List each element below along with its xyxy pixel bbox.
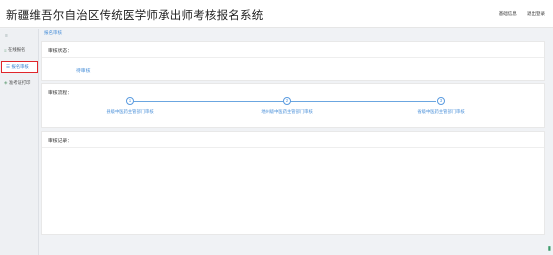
step-3-label: 省级中医药主管部门审核 xyxy=(417,109,465,114)
sidebar: ≡ ≡ 在线报名 ☰ 报名审核 ◈ 准考证打印 xyxy=(0,29,39,255)
tab-registration-audit[interactable]: 报名审核 xyxy=(44,30,62,36)
basic-info-link[interactable]: 基础信息 xyxy=(499,11,517,16)
sidebar-item-registration-audit[interactable]: ☰ 报名审核 xyxy=(1,61,38,73)
step-1-label: 县级中医药主管部门审核 xyxy=(106,109,154,114)
sidebar-item-label: 在线报名 xyxy=(8,47,26,52)
step-1-circle: 1 xyxy=(126,97,134,105)
sidebar-item-admission-ticket[interactable]: ◈ 准考证打印 xyxy=(0,77,39,89)
menu-collapse-icon[interactable]: ≡ xyxy=(5,33,8,39)
audit-record-title: 审核记录： xyxy=(48,139,72,144)
list-icon: ≡ xyxy=(4,47,7,53)
logout-link[interactable]: 退出登录 xyxy=(527,11,545,16)
audit-status-title: 审核状态： xyxy=(48,49,72,54)
sidebar-item-label: 准考证打印 xyxy=(8,80,31,85)
step-2-label: 地州级中医药主管部门审核 xyxy=(261,109,313,114)
sidebar-item-online-registration[interactable]: ≡ 在线报名 xyxy=(0,44,39,56)
audit-status-value[interactable]: 待审核 xyxy=(76,67,90,74)
flow-connector xyxy=(290,100,436,102)
document-icon: ☰ xyxy=(6,64,11,69)
flow-connector xyxy=(132,100,286,102)
audit-flow-title: 审核流程： xyxy=(48,91,72,96)
ticket-icon: ◈ xyxy=(4,80,8,85)
step-2-circle: 2 xyxy=(283,97,291,105)
sidebar-item-label: 报名审核 xyxy=(11,64,29,69)
step-3-circle: 3 xyxy=(437,97,445,105)
audit-flow-panel: 审核流程： 1 2 3 县级中医药主管部门审核 地州级中医药主管部门审核 省级中… xyxy=(41,83,545,128)
audit-record-panel: 审核记录： xyxy=(41,131,545,235)
panel-divider xyxy=(42,147,544,148)
top-header: 新疆维吾尔自治区传统医学师承出师考核报名系统 基础信息 退出登录 xyxy=(0,0,553,28)
corner-arrow-icon[interactable]: ▮ xyxy=(548,245,551,252)
header-links: 基础信息 退出登录 xyxy=(490,11,545,17)
panel-divider xyxy=(42,57,544,58)
app-title: 新疆维吾尔自治区传统医学师承出师考核报名系统 xyxy=(6,10,264,22)
audit-status-panel: 审核状态： 待审核 xyxy=(41,41,545,81)
